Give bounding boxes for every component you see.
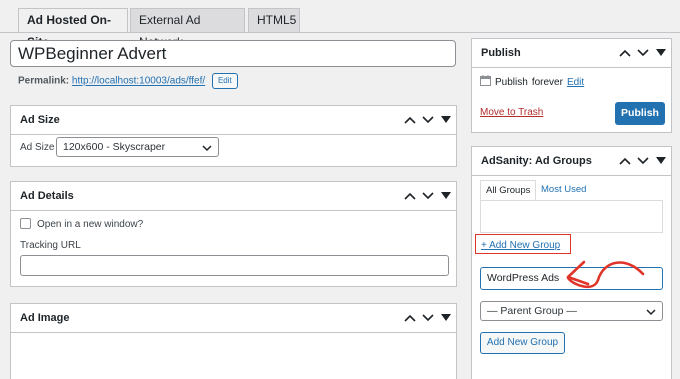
ad-title-input[interactable]: WPBeginner Advert	[10, 40, 456, 67]
ad-groups-header: AdSanity: Ad Groups	[472, 147, 671, 176]
ad-groups-controls	[619, 153, 667, 169]
annotation-arrow-icon	[566, 260, 645, 289]
annotation-highlight-box	[475, 234, 571, 254]
move-down-icon[interactable]	[637, 153, 649, 169]
publish-title: Publish	[481, 47, 521, 59]
tab-html5[interactable]: HTML5	[248, 8, 300, 32]
ad-details-title: Ad Details	[20, 190, 74, 202]
new-window-label: Open in a new window?	[37, 219, 144, 230]
add-new-group-button[interactable]: Add New Group	[480, 332, 565, 354]
move-down-icon[interactable]	[422, 112, 434, 128]
ad-image-box: Ad Image	[10, 303, 457, 379]
ad-size-select[interactable]: 120x600 - Skyscraper	[56, 137, 219, 157]
tracking-url-label: Tracking URL	[20, 240, 81, 251]
permalink-url[interactable]: http://localhost:10003/ads/ffef/	[72, 76, 205, 87]
move-up-icon[interactable]	[404, 112, 416, 128]
toggle-panel-icon[interactable]	[440, 188, 452, 204]
publish-status-row: Publish forever Edit	[480, 75, 584, 91]
ad-image-title: Ad Image	[20, 312, 70, 324]
calendar-icon	[480, 75, 491, 91]
chevron-down-icon	[202, 141, 212, 159]
parent-group-select[interactable]: — Parent Group —	[480, 301, 663, 321]
tab-ad-hosted-on-site[interactable]: Ad Hosted On-Site	[18, 8, 128, 49]
publish-edit-link[interactable]: Edit	[567, 76, 584, 90]
ad-size-title: Ad Size	[20, 114, 60, 126]
ad-size-field-label: Ad Size	[20, 142, 55, 153]
ad-size-header: Ad Size	[11, 106, 456, 135]
move-down-icon[interactable]	[637, 45, 649, 61]
ad-groups-title: AdSanity: Ad Groups	[481, 155, 592, 167]
move-to-trash-link[interactable]: Move to Trash	[480, 107, 543, 118]
move-up-icon[interactable]	[619, 153, 631, 169]
tab-all-groups[interactable]: All Groups	[480, 180, 537, 202]
tab-most-used[interactable]: Most Used	[536, 180, 591, 200]
ad-size-controls	[404, 112, 452, 128]
permalink-edit-button[interactable]: Edit	[211, 73, 238, 89]
ad-image-header: Ad Image	[11, 304, 456, 333]
move-up-icon[interactable]	[619, 45, 631, 61]
ad-details-box: Ad Details Open in a new window? Trackin…	[10, 181, 457, 287]
ad-image-controls	[404, 310, 452, 326]
toggle-panel-icon[interactable]	[440, 310, 452, 326]
permalink-row: Permalink: http://localhost:10003/ads/ff…	[18, 73, 238, 89]
toggle-panel-icon[interactable]	[440, 112, 452, 128]
toggle-panel-icon[interactable]	[655, 153, 667, 169]
toggle-panel-icon[interactable]	[655, 45, 667, 61]
ad-details-controls	[404, 188, 452, 204]
move-up-icon[interactable]	[404, 310, 416, 326]
ad-size-selected: 120x600 - Skyscraper	[63, 141, 166, 153]
ad-size-box: Ad Size Ad Size 120x600 - Skyscraper	[10, 105, 457, 167]
move-up-icon[interactable]	[404, 188, 416, 204]
tab-external-ad-network[interactable]: External Ad Network	[130, 8, 245, 49]
publish-button[interactable]: Publish	[615, 102, 665, 125]
new-window-checkbox[interactable]	[20, 218, 31, 229]
group-checklist[interactable]	[480, 200, 663, 233]
tab-divider	[0, 32, 680, 33]
publish-header: Publish	[472, 39, 671, 68]
publish-controls	[619, 45, 667, 61]
publish-status-text: Publish	[495, 77, 528, 88]
move-down-icon[interactable]	[422, 188, 434, 204]
publish-box: Publish Publish forever Edit Move to Tra…	[471, 38, 672, 133]
permalink-label: Permalink:	[18, 75, 70, 87]
parent-group-selected: — Parent Group —	[487, 305, 577, 317]
ad-details-header: Ad Details	[11, 182, 456, 211]
move-down-icon[interactable]	[422, 310, 434, 326]
publish-status-value: forever	[531, 77, 563, 88]
chevron-down-icon	[646, 305, 656, 323]
tracking-url-input[interactable]	[20, 255, 449, 276]
